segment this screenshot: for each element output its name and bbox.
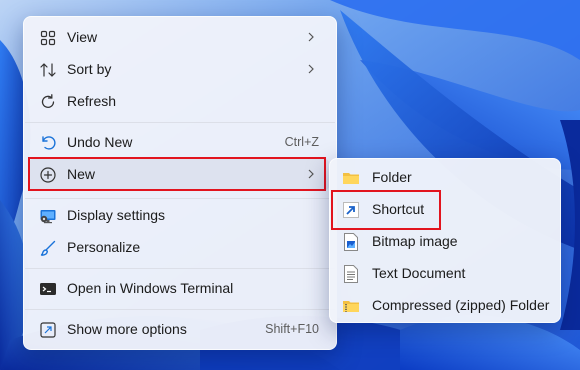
context-menu: View Sort by Refresh Undo New Ctrl+Z New… (23, 16, 337, 350)
submenu-item-folder[interactable]: Folder (334, 163, 556, 193)
shortcut-text: Shift+F10 (265, 322, 319, 336)
menu-item-personalize[interactable]: Personalize (29, 232, 329, 263)
menu-item-sort-by[interactable]: Sort by (29, 54, 329, 85)
refresh-icon (39, 93, 57, 111)
more-options-icon (39, 321, 57, 339)
menu-divider (25, 309, 335, 310)
folder-icon (342, 169, 360, 187)
menu-item-refresh[interactable]: Refresh (29, 86, 329, 117)
sort-icon (39, 61, 57, 79)
menu-item-label: Show more options (67, 321, 187, 337)
menu-item-new[interactable]: New (29, 159, 329, 190)
text-document-icon (342, 265, 360, 283)
shortcut-text: Ctrl+Z (284, 135, 319, 149)
menu-item-display-settings[interactable]: Display settings (29, 200, 329, 231)
chevron-right-icon (308, 64, 314, 74)
grid-icon (39, 29, 57, 47)
submenu-item-label: Text Document (372, 265, 466, 281)
menu-item-show-more-options[interactable]: Show more options Shift+F10 (29, 314, 329, 345)
submenu-item-text-document[interactable]: Text Document (334, 259, 556, 289)
submenu-item-label: Shortcut (372, 201, 425, 217)
menu-item-view[interactable]: View (29, 22, 329, 53)
submenu-item-compressed-folder[interactable]: Compressed (zipped) Folder (334, 291, 556, 321)
menu-item-label: Open in Windows Terminal (67, 280, 234, 296)
menu-item-open-terminal[interactable]: Open in Windows Terminal (29, 273, 329, 304)
menu-item-label: New (67, 166, 96, 182)
chevron-right-icon (308, 32, 314, 42)
shortcut-icon (342, 201, 360, 219)
menu-divider (25, 198, 335, 199)
menu-divider (25, 122, 335, 123)
menu-item-label: Sort by (67, 61, 112, 77)
menu-item-undo-new[interactable]: Undo New Ctrl+Z (29, 127, 329, 158)
menu-item-label: Personalize (67, 239, 141, 255)
menu-item-label: Display settings (67, 207, 166, 223)
brush-icon (39, 239, 57, 257)
submenu-item-label: Bitmap image (372, 233, 458, 249)
submenu-item-label: Folder (372, 169, 412, 185)
submenu-item-shortcut[interactable]: Shortcut (334, 195, 556, 225)
submenu-item-label: Compressed (zipped) Folder (372, 297, 550, 313)
display-icon (39, 207, 57, 225)
menu-item-label: Refresh (67, 93, 117, 109)
menu-item-label: Undo New (67, 134, 133, 150)
new-plus-icon (39, 166, 57, 184)
bitmap-icon (342, 233, 360, 251)
undo-icon (39, 134, 57, 152)
menu-divider (25, 268, 335, 269)
new-submenu: Folder Shortcut Bitmap image Text Docume… (329, 158, 561, 323)
zip-folder-icon (342, 297, 360, 315)
desktop[interactable]: View Sort by Refresh Undo New Ctrl+Z New… (0, 0, 580, 370)
submenu-item-bitmap-image[interactable]: Bitmap image (334, 227, 556, 257)
terminal-icon (39, 280, 57, 298)
menu-item-label: View (67, 29, 98, 45)
chevron-right-icon (308, 169, 314, 179)
